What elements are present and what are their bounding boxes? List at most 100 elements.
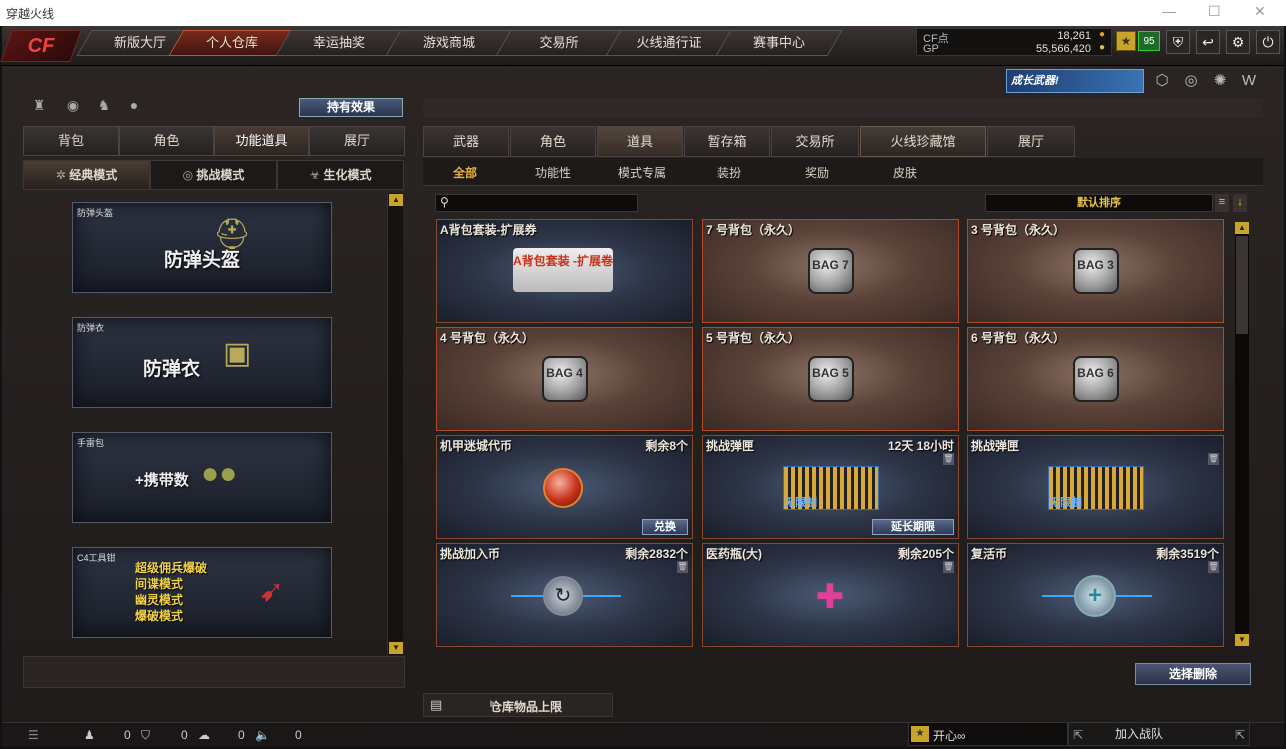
power-icon[interactable]: ⏻ [1256, 30, 1280, 54]
minimize-icon[interactable]: — [1162, 3, 1176, 19]
join-clan-button[interactable]: ⇱ 加入战队 ⇱ [1068, 722, 1250, 746]
scroll-up-icon[interactable]: ▲ [389, 194, 403, 206]
item-card[interactable]: A背包套装-扩展券 A背包套装 -扩展卷 [436, 219, 693, 323]
warehouse-capacity-bar[interactable]: ▤ 仓库物品上限 ▶ [423, 693, 613, 717]
filter-functional[interactable]: 功能性 [535, 164, 571, 181]
friends-icon[interactable]: ♟ [84, 728, 95, 742]
item-card[interactable]: 挑战弹匣 12天 18小时 🗑 无限制 延长期限 [702, 435, 959, 539]
right-tab-showroom[interactable]: 展厅 [987, 126, 1075, 157]
mode-tab-classic[interactable]: ✲ 经典模式 [23, 160, 150, 190]
mode-tab-challenge[interactable]: ◎ 挑战模式 [150, 160, 277, 190]
item-card[interactable]: 挑战弹匣 🗑 无限制 [967, 435, 1224, 539]
search-input[interactable]: ⚲ [435, 194, 638, 212]
trash-icon[interactable]: 🗑 [943, 453, 954, 465]
chat-icon[interactable]: ☁ [198, 728, 210, 742]
item-card-c4-tool[interactable]: C4工具钳 超级佣兵爆破 间谍模式 幽灵模式 爆破模式 ➹ [72, 547, 332, 638]
list-view-icon[interactable]: ≡ [1215, 194, 1229, 212]
soldier-icon[interactable]: ♞ [94, 97, 114, 117]
hold-effects-button[interactable]: 持有效果 [299, 98, 403, 117]
maximize-icon[interactable]: ☐ [1208, 3, 1221, 20]
cf-logo[interactable]: CF [0, 30, 82, 62]
cf-value: 18,261 [1057, 30, 1091, 42]
nav-tab-lucky-draw[interactable]: 幸运抽奖 [275, 30, 403, 56]
right-tab-weapons[interactable]: 武器 [423, 126, 509, 157]
item-card[interactable]: 7 号背包（永久） BAG 7 [702, 219, 959, 323]
trash-icon[interactable]: 🗑 [943, 561, 954, 573]
filter-rewards[interactable]: 奖励 [805, 164, 829, 181]
close-icon[interactable]: ✕ [1254, 3, 1266, 20]
target-icon[interactable]: ◎ [1181, 71, 1201, 91]
nav-tab-exchange[interactable]: 交易所 [495, 30, 623, 56]
camera-icon[interactable]: ◉ [63, 97, 83, 117]
right-tab-collection[interactable]: 火线珍藏馆 [860, 126, 986, 157]
grenade-icon[interactable]: ● [124, 97, 144, 117]
extend-duration-button[interactable]: 延长期限 [872, 519, 954, 535]
card-label: C4工具钳 [77, 553, 116, 563]
mode-line: 超级佣兵爆破 [135, 561, 208, 575]
card-label: 防弹头盔 [77, 208, 114, 218]
item-card[interactable]: 机甲迷城代币 剩余8个 兑换 [436, 435, 693, 539]
character-icon[interactable]: ♜ [29, 97, 49, 117]
item-card[interactable]: 3 号背包（永久） BAG 3 [967, 219, 1224, 323]
cf-coin-icon: ● [1098, 29, 1105, 40]
gear-icon[interactable]: ⚙ [1226, 30, 1250, 54]
right-tab-exchange[interactable]: 交易所 [771, 126, 859, 157]
item-card[interactable]: 4 号背包（永久） BAG 4 [436, 327, 693, 431]
item-card-grenade-pack[interactable]: 手雷包 ●● +携带数 [72, 432, 332, 523]
item-card[interactable]: 6 号背包（永久） BAG 6 [967, 327, 1224, 431]
clan-icon[interactable]: ⛉ [141, 728, 150, 743]
nav-tab-shop[interactable]: 游戏商城 [385, 30, 513, 56]
right-tab-items[interactable]: 道具 [597, 126, 683, 157]
filter-all[interactable]: 全部 [453, 164, 477, 181]
left-tab-showroom[interactable]: 展厅 [309, 126, 405, 156]
left-tab-backpack[interactable]: 背包 [23, 126, 119, 156]
scroll-down-icon[interactable]: ▼ [389, 642, 403, 654]
scroll-thumb[interactable] [1236, 236, 1248, 334]
scroll-down-icon[interactable]: ▼ [1235, 634, 1249, 646]
window-titlebar: 穿越火线 — ☐ ✕ [0, 0, 1286, 26]
shield-badge-icon[interactable]: ⬡ [1152, 71, 1172, 91]
right-tab-role[interactable]: 角色 [510, 126, 596, 157]
trash-icon[interactable]: 🗑 [1208, 561, 1219, 573]
right-header-strip [423, 98, 1263, 118]
left-tab-role[interactable]: 角色 [119, 126, 214, 156]
burst-icon[interactable]: ✺ [1210, 71, 1230, 91]
filter-mode-exclusive[interactable]: 模式专属 [618, 164, 666, 181]
w-logo-icon[interactable]: W [1239, 71, 1259, 91]
filter-cosmetic[interactable]: 装扮 [717, 164, 741, 181]
shield-icon[interactable]: ⛨ [1166, 30, 1190, 54]
item-name: 7 号背包（永久） [706, 223, 801, 237]
select-delete-button[interactable]: 选择删除 [1135, 663, 1251, 685]
rank-badge-icon[interactable]: ★ [1116, 31, 1136, 51]
mode-tab-zombie[interactable]: ☣ 生化模式 [277, 160, 404, 190]
growth-weapon-banner[interactable]: 成长武器! [1006, 69, 1144, 93]
nav-tab-events[interactable]: 赛事中心 [715, 30, 843, 56]
mood-status[interactable]: ★ 开心∞ [908, 722, 1068, 746]
right-scrollbar[interactable]: ▲ ▼ [1235, 222, 1249, 646]
menu-icon[interactable]: ☰ [28, 728, 39, 742]
item-card-vest[interactable]: 防弹衣 ▣ 防弹衣 [72, 317, 332, 408]
item-card[interactable]: 挑战加入币 剩余2832个 🗑 ↻ [436, 543, 693, 647]
item-card[interactable]: 5 号背包（永久） BAG 5 [702, 327, 959, 431]
left-scrollbar[interactable]: ▲ ▼ [387, 193, 403, 655]
scroll-up-icon[interactable]: ▲ [1235, 222, 1249, 234]
right-tab-storage[interactable]: 暂存箱 [684, 126, 770, 157]
item-card[interactable]: 医药瓶(大) 剩余205个 🗑 ✚ [702, 543, 959, 647]
exchange-button[interactable]: 兑换 [642, 519, 688, 535]
filter-skins[interactable]: 皮肤 [893, 164, 917, 181]
mode-label: 经典模式 [69, 168, 118, 182]
trash-icon[interactable]: 🗑 [1208, 453, 1219, 465]
item-name: 6 号背包（永久） [971, 331, 1066, 345]
item-card[interactable]: 复活币 剩余3519个 🗑 + [967, 543, 1224, 647]
magazine-icon: 无限制 [1048, 466, 1144, 510]
item-card-helmet[interactable]: 防弹头盔 ⛑ 防弹头盔 [72, 202, 332, 293]
left-tab-function-items[interactable]: 功能道具 [214, 126, 309, 156]
sort-direction-icon[interactable]: ↓ [1233, 194, 1247, 212]
sort-dropdown[interactable]: 默认排序 [985, 194, 1213, 212]
nav-tab-pass[interactable]: 火线通行证 [605, 30, 733, 56]
return-icon[interactable]: ↩ [1196, 30, 1220, 54]
speaker-icon[interactable]: 🔈 [255, 728, 270, 742]
trash-icon[interactable]: 🗑 [677, 561, 688, 573]
expansion-ticket-icon: A背包套装 -扩展卷 [513, 248, 613, 292]
card-label: 防弹衣 [77, 323, 105, 333]
